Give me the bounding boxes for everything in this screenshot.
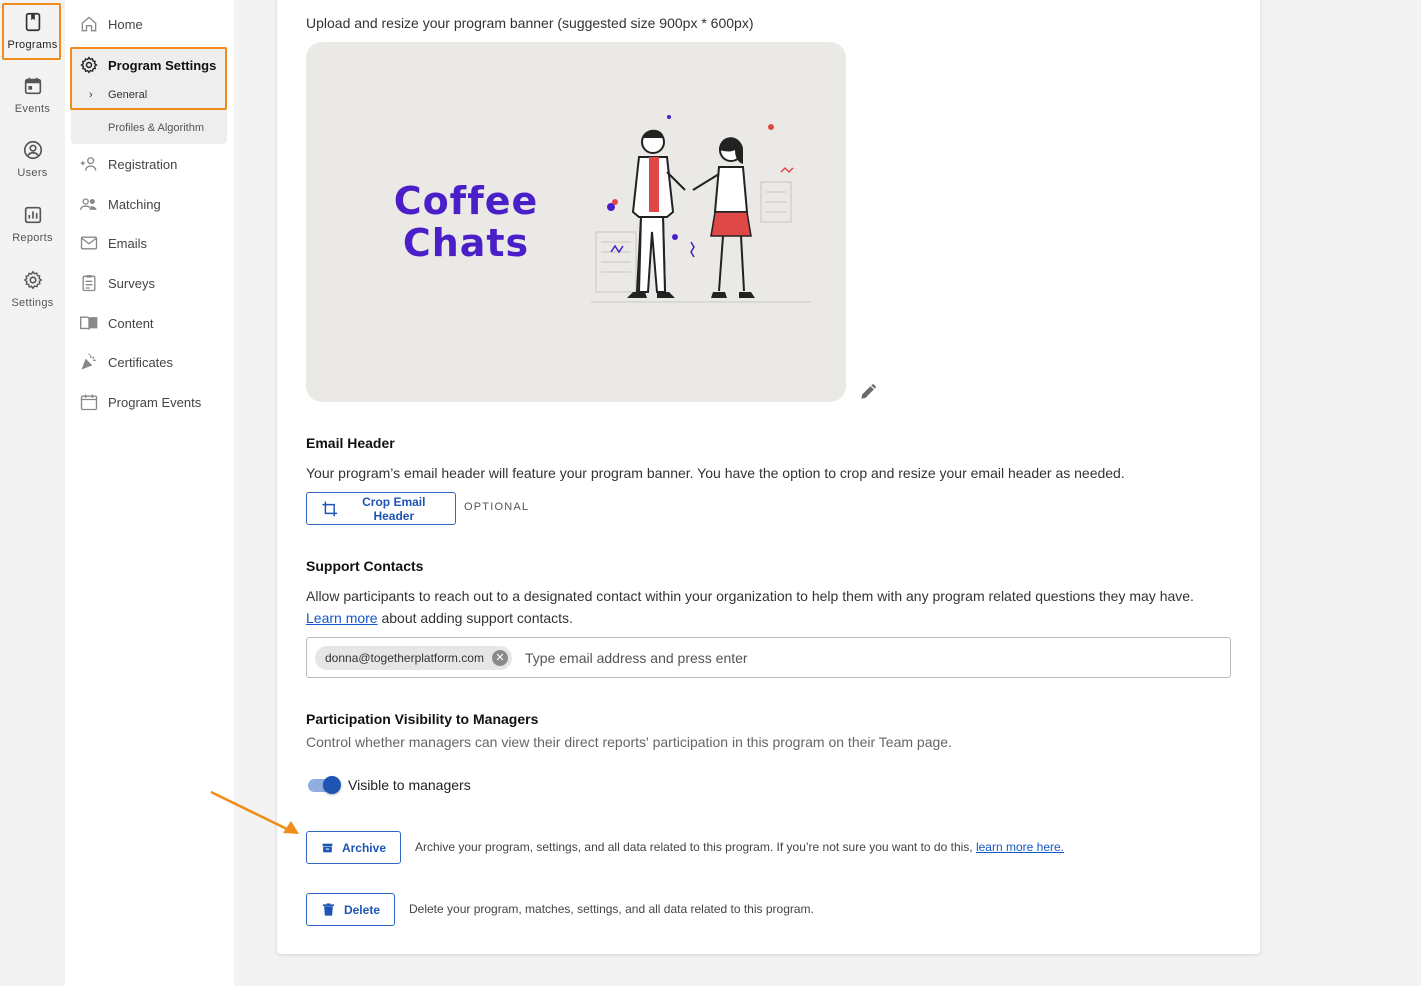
home-icon [81,16,97,32]
nav-sublabel: General [108,89,148,101]
banner-instruction: Upload and resize your program banner (s… [306,15,754,31]
button-label: Delete [343,902,380,917]
button-label: Archive [341,840,386,855]
program-nav: Home Program Settings › General Profiles… [65,0,234,986]
learn-more-link[interactable]: Learn more [306,610,378,626]
nav-item-content[interactable]: Content [79,311,154,335]
archive-description-text: Archive your program, settings, and all … [415,840,976,854]
chevron-right-icon: › [89,89,93,101]
nav-item-program-events[interactable]: Program Events [79,390,201,414]
banner-title: Coffee Chats [386,180,546,264]
nav-label: Emails [108,235,148,251]
user-circle-icon [23,140,42,160]
visible-to-managers-toggle[interactable] [306,776,342,794]
nav-label: Certificates [108,354,174,370]
bar-chart-icon [24,206,41,224]
nav-item-certificates[interactable]: Certificates [79,350,173,374]
program-banner-image[interactable]: Coffee Chats [306,42,846,402]
nav-label: Content [108,315,154,331]
crop-email-header-button[interactable]: Crop Email Header [306,492,456,525]
nav-subitem-general[interactable]: › General [89,89,148,101]
mail-icon [80,236,98,250]
archive-button[interactable]: Archive [306,831,401,864]
email-header-description: Your program’s email header will feature… [306,465,1125,481]
edit-pencil-icon[interactable] [858,382,878,402]
support-contacts-description: Allow participants to reach out to a des… [306,585,1226,629]
app-rail: Programs Events Users Reports Settings [0,0,65,986]
banner-title-line2: Chats [402,221,530,265]
rail-item-reports[interactable]: Reports [0,204,65,244]
clipboard-icon [82,275,96,292]
visibility-description: Control whether managers can view their … [306,734,952,750]
nav-sublabel: Profiles & Algorithm [108,122,204,134]
learn-more-here-link[interactable]: learn more here. [976,840,1064,854]
add-person-icon [80,157,97,171]
nav-item-matching[interactable]: Matching [79,192,161,216]
email-chip: donna@togetherplatform.com ✕ [315,646,512,670]
gear-icon [23,270,42,290]
nav-label: Registration [108,156,178,172]
nav-label: Home [108,16,143,32]
nav-label: Surveys [108,275,155,291]
support-contacts-field[interactable]: donna@togetherplatform.com ✕ [306,637,1231,678]
rail-label: Reports [12,232,53,244]
support-description-end: about adding support contacts. [377,610,573,626]
rail-item-events[interactable]: Events [0,75,65,115]
email-chip-label: donna@togetherplatform.com [325,651,484,665]
bookmark-icon [25,12,40,32]
rail-item-settings[interactable]: Settings [0,269,65,309]
rail-label: Programs [7,39,58,51]
visibility-heading: Participation Visibility to Managers [306,711,539,727]
calendar-icon [80,394,98,411]
delete-description: Delete your program, matches, settings, … [409,902,814,916]
nav-item-surveys[interactable]: Surveys [79,271,155,295]
rail-item-programs[interactable]: Programs [0,11,65,51]
banner-title-line1: Coffee [393,179,539,223]
annotation-arrow-icon [210,790,299,834]
handshake-illustration [591,115,811,303]
people-icon [80,198,97,210]
toggle-knob [323,776,341,794]
support-description-start: Allow participants to reach out to a des… [306,588,1194,604]
archive-description: Archive your program, settings, and all … [415,840,1064,854]
rail-label: Events [14,103,51,115]
archive-icon [322,843,333,852]
nav-subitem-profiles-algorithm[interactable]: Profiles & Algorithm [108,122,204,134]
gear-icon [80,56,98,74]
delete-button[interactable]: Delete [306,893,395,926]
nav-item-home[interactable]: Home [79,12,143,36]
nav-label: Program Events [108,394,202,410]
rail-label: Users [17,167,48,179]
nav-item-program-settings[interactable]: Program Settings [79,53,216,77]
toggle-label: Visible to managers [348,777,471,793]
optional-label: OPTIONAL [464,501,530,513]
trash-icon [322,902,335,916]
nav-item-emails[interactable]: Emails [79,231,147,255]
support-contacts-heading: Support Contacts [306,558,424,574]
email-header-heading: Email Header [306,435,395,451]
nav-label: Matching [108,196,161,212]
celebration-icon [81,353,96,370]
rail-item-users[interactable]: Users [0,139,65,179]
remove-chip-icon[interactable]: ✕ [491,650,508,666]
nav-label: Program Settings [108,57,217,73]
book-open-icon [80,316,98,330]
button-label: Crop Email Header [362,494,426,523]
crop-icon [322,501,338,516]
nav-item-registration[interactable]: Registration [79,152,177,176]
calendar-icon [24,77,41,95]
rail-label: Settings [11,297,54,309]
email-input[interactable] [525,647,1215,669]
